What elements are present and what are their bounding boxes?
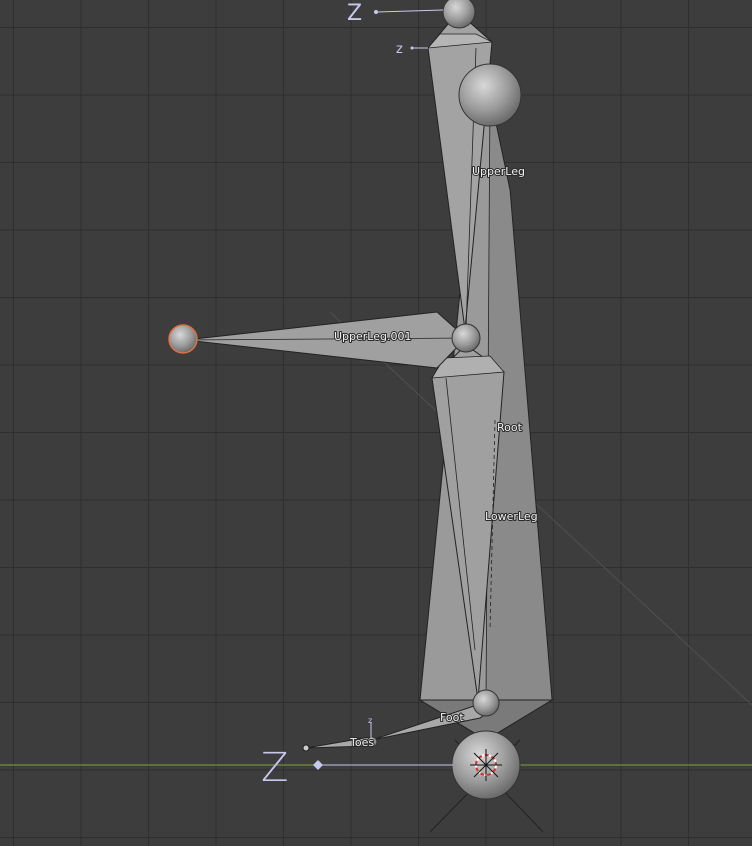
axis-label: z [396,42,403,57]
selected-joint[interactable] [168,324,198,354]
joint-sphere[interactable] [451,323,481,353]
joint-tip[interactable] [302,744,310,752]
axis-label: Z [347,1,362,26]
axis-label: z [368,716,372,725]
joint-sphere[interactable] [472,689,500,717]
3d-viewport[interactable]: Z z z Z UpperLeg UpperLeg.001 Root Lower… [0,0,752,846]
axis-indicator-top: Z [347,1,444,26]
axis-label: Z [261,745,288,791]
joint-sphere[interactable] [458,63,522,127]
axis-indicator-bottom: Z [261,745,453,791]
bone-label-foot: Foot [440,711,464,724]
joint-sphere[interactable] [442,0,476,29]
bone-upper-leg-001[interactable] [184,311,467,369]
armature-scene: Z z z Z UpperLeg UpperLeg.001 Root Lower… [0,0,752,833]
axis-indicator-top-small: z [396,42,428,57]
bone-label-upper-leg: UpperLeg [472,165,525,178]
3d-cursor-icon[interactable] [470,749,502,781]
axis-indicator-toes: z [368,716,372,738]
bone-label-lower-leg: LowerLeg [485,510,538,523]
bone-label-upper-leg-001: UpperLeg.001 [334,330,411,343]
bone-label-root: Root [497,421,523,434]
bone-label-toes: Toes [349,736,374,749]
